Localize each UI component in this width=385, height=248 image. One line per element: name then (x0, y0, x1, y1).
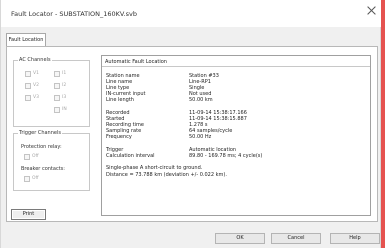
fault-location-result: Automatic Fault Location Station name St… (101, 55, 371, 216)
help-button[interactable]: Help (330, 233, 380, 244)
breaker-contacts-label: Breaker contacts: (21, 166, 65, 172)
result-label: Calculation interval (106, 153, 155, 159)
protection-relay-label: Protection relay: (21, 144, 62, 150)
title-bar[interactable]: Fault Locator - SUBSTATION_160KV.svb (1, 0, 382, 27)
channel-checkbox-in[interactable]: IN (54, 107, 70, 114)
result-value: 89.80 - 169.78 ms; 4 cycle(s) (189, 153, 263, 159)
checkbox-box (54, 95, 60, 101)
checkbox-box (25, 95, 31, 101)
channel-checkbox-i1[interactable]: I1 (54, 71, 70, 78)
checkbox-label: Off (32, 176, 39, 181)
result-header-text: Automatic Fault Location (105, 59, 167, 65)
checkbox-label: I3 (62, 95, 67, 100)
fault-locator-window: Fault Locator - SUBSTATION_160KV.svb Fau… (0, 0, 382, 248)
checkbox-label: V2 (33, 83, 39, 88)
channel-checkbox-v3[interactable]: V3 (25, 95, 41, 102)
background-window-edge (381, 0, 385, 248)
checkbox-label: V3 (33, 95, 39, 100)
cancel-button[interactable]: Cancel (271, 233, 321, 244)
checkbox-box (25, 83, 31, 89)
result-value: 50.00 km (189, 97, 213, 103)
window-title: Fault Locator - SUBSTATION_160KV.svb (11, 10, 137, 18)
ok-button[interactable]: OK (215, 233, 265, 244)
tab-fault-location[interactable]: Fault Location (6, 33, 46, 46)
breaker-contacts-checkbox[interactable]: Off (24, 176, 40, 183)
checkbox-label: Off (32, 154, 39, 159)
result-label: Frequency (106, 134, 132, 140)
checkbox-label: V1 (33, 71, 39, 76)
fault-type-text: Single-phase A short-circuit to ground. (106, 165, 203, 171)
print-button[interactable]: Print (11, 209, 46, 220)
trigger-channels-title: Trigger Channels (18, 130, 62, 136)
result-header: Automatic Fault Location (102, 56, 370, 67)
channel-checkbox-i2[interactable]: I2 (54, 83, 70, 90)
close-icon[interactable] (367, 6, 376, 15)
checkbox-box (54, 83, 60, 89)
ac-channels-group: AC Channels V1 I1 V2 I2 V3 I3 IN (13, 57, 90, 127)
checkbox-box (54, 71, 60, 77)
checkbox-box (24, 154, 30, 160)
channel-checkbox-v1[interactable]: V1 (25, 71, 41, 78)
trigger-channels-group: Trigger Channels Protection relay: Off B… (13, 130, 90, 191)
result-value: 50.00 Hz (189, 134, 212, 140)
checkbox-box (24, 176, 30, 182)
checkbox-box (54, 107, 60, 113)
result-label: Line length (106, 97, 134, 103)
protection-relay-checkbox[interactable]: Off (24, 154, 40, 161)
ac-channels-title: AC Channels (18, 57, 52, 63)
checkbox-box (25, 71, 31, 77)
channel-checkbox-v2[interactable]: V2 (25, 83, 41, 90)
checkbox-label: IN (62, 107, 67, 112)
channel-checkbox-i3[interactable]: I3 (54, 95, 70, 102)
fault-distance-text: Distance = 73.788 km (deviation +/- 0.02… (106, 172, 227, 178)
checkbox-label: I1 (62, 71, 67, 76)
checkbox-label: I2 (62, 83, 67, 88)
